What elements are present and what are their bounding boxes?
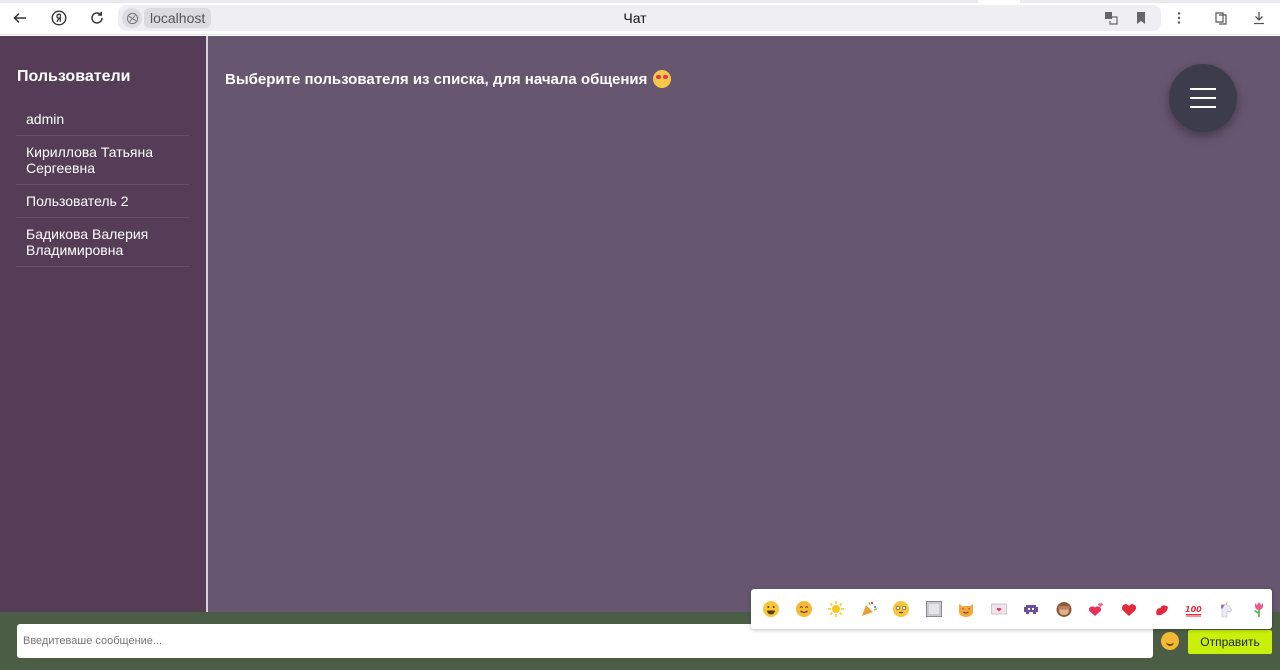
hamburger-icon bbox=[1190, 88, 1216, 90]
love-letter-icon[interactable] bbox=[990, 600, 1008, 618]
url-host[interactable]: localhost bbox=[144, 8, 212, 28]
see-no-evil-monkey-icon[interactable] bbox=[1055, 600, 1073, 618]
grinning-face-icon[interactable] bbox=[762, 600, 780, 618]
prompt-text: Выберите пользователя из списка, для нач… bbox=[225, 70, 648, 88]
hundred-points-icon[interactable]: 100 bbox=[1185, 600, 1203, 618]
user-list: admin Кириллова Татьяна Сергеевна Пользо… bbox=[16, 103, 189, 267]
user-item-kirillova[interactable]: Кириллова Татьяна Сергеевна bbox=[16, 136, 189, 185]
page-title: Чат bbox=[623, 10, 647, 26]
smiling-face-icon[interactable] bbox=[795, 600, 813, 618]
menu-button[interactable] bbox=[1169, 64, 1237, 132]
browser-toolbar: localhost Чат bbox=[0, 0, 1280, 35]
chat-area: Выберите пользователя из списка, для нач… bbox=[208, 36, 1280, 612]
picture-frame-icon[interactable] bbox=[925, 600, 943, 618]
unicorn-icon[interactable] bbox=[1217, 600, 1235, 618]
sun-icon[interactable] bbox=[827, 600, 845, 618]
sidebar-heading: Пользователи bbox=[17, 68, 131, 85]
emoji-panel: 100 bbox=[751, 589, 1272, 629]
back-icon[interactable] bbox=[7, 6, 33, 30]
svg-text:100: 100 bbox=[1185, 605, 1202, 614]
hamburger-line bbox=[1190, 97, 1216, 99]
smiling-cat-heart-eyes-icon[interactable] bbox=[957, 600, 975, 618]
hamburger-line bbox=[1190, 106, 1216, 108]
red-heart-icon[interactable] bbox=[1120, 600, 1138, 618]
kiss-mark-icon[interactable] bbox=[1152, 600, 1170, 618]
active-tab-indicator bbox=[978, 0, 1020, 3]
heart-eyes-emoji-icon bbox=[653, 70, 672, 88]
tulip-icon[interactable] bbox=[1250, 600, 1268, 618]
two-hearts-icon[interactable] bbox=[1087, 600, 1105, 618]
users-sidebar: Пользователи admin Кириллова Татьяна Сер… bbox=[0, 36, 206, 612]
site-info-icon[interactable] bbox=[122, 8, 142, 28]
reload-icon[interactable] bbox=[84, 6, 110, 30]
collections-icon[interactable] bbox=[1212, 9, 1230, 27]
message-input[interactable] bbox=[17, 624, 1153, 658]
yandex-logo-icon[interactable] bbox=[46, 6, 72, 30]
party-popper-icon[interactable] bbox=[860, 600, 878, 618]
user-item-user-2[interactable]: Пользователь 2 bbox=[16, 185, 189, 218]
user-item-badikova[interactable]: Бадикова Валерия Владимировна bbox=[16, 218, 189, 267]
translate-icon[interactable] bbox=[1102, 9, 1120, 27]
flushed-face-icon[interactable] bbox=[892, 600, 910, 618]
bookmark-icon[interactable] bbox=[1132, 9, 1150, 27]
user-item-admin[interactable]: admin bbox=[16, 103, 189, 136]
select-user-prompt: Выберите пользователя из списка, для нач… bbox=[225, 70, 672, 88]
tab-strip-line bbox=[0, 0, 1280, 3]
download-icon[interactable] bbox=[1250, 9, 1268, 27]
more-menu-icon[interactable] bbox=[1170, 9, 1188, 27]
send-button[interactable]: Отправить bbox=[1188, 630, 1272, 654]
alien-monster-icon[interactable] bbox=[1022, 600, 1040, 618]
emoji-picker-icon[interactable] bbox=[1161, 632, 1179, 650]
chat-app: Пользователи admin Кириллова Татьяна Сер… bbox=[0, 36, 1280, 670]
